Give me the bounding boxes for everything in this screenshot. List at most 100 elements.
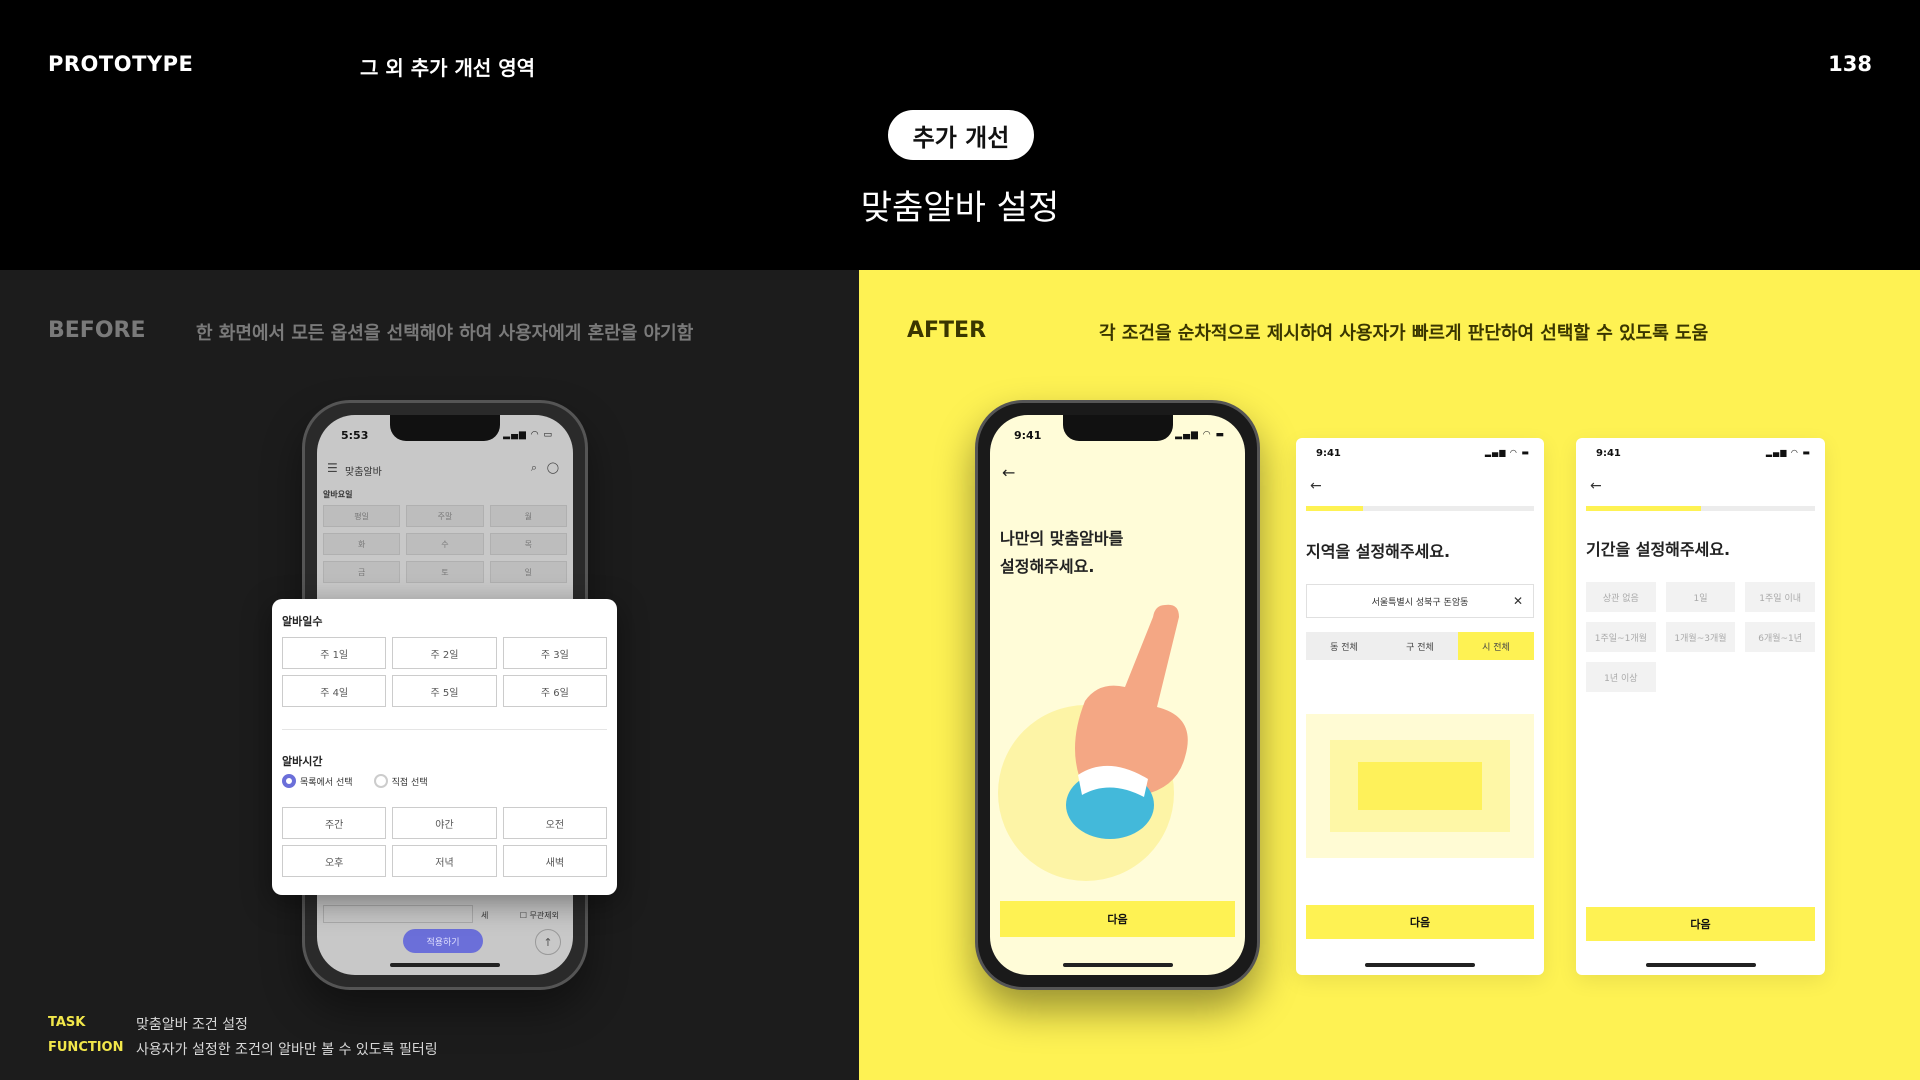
period-options: 상관 없음 1일 1주일 이내 1주일~1개월 1개월~3개월 6개월~1년 1…	[1586, 582, 1815, 692]
home-indicator	[390, 963, 500, 967]
map-area[interactable]	[1306, 714, 1534, 858]
after-description: 각 조건을 순차적으로 제시하여 사용자가 빠르게 판단하여 선택할 수 있도록…	[1099, 323, 1709, 344]
app-title: 맞춤알바	[345, 467, 382, 478]
day-option[interactable]: 평일	[323, 505, 401, 527]
region-value: 서울특별시 성북구 돈암동	[1371, 597, 1469, 608]
day-option[interactable]: 금	[323, 561, 401, 583]
days-count-option[interactable]: 주 2일	[392, 637, 497, 669]
negotiable-label: 무관제외	[529, 911, 559, 920]
region-heading: 지역을 설정해주세요.	[1306, 542, 1451, 561]
period-option[interactable]: 1년 이상	[1586, 662, 1656, 692]
home-indicator	[1645, 963, 1756, 967]
day-option[interactable]: 목	[489, 533, 567, 555]
intro-heading: 나만의 맞춤알바를 설정해주세요.	[1000, 525, 1123, 581]
pointing-hand-icon	[1066, 604, 1188, 839]
back-arrow-icon[interactable]: ←	[1310, 478, 1322, 494]
time-option[interactable]: 주간	[282, 807, 387, 839]
time-option[interactable]: 저녁	[392, 845, 497, 877]
progress-bar	[1586, 506, 1815, 511]
time-option[interactable]: 오전	[502, 807, 607, 839]
period-option[interactable]: 1주일~1개월	[1586, 622, 1656, 652]
time-option[interactable]: 새벽	[502, 845, 607, 877]
home-indicator	[1365, 963, 1475, 967]
radio-unselected-icon	[373, 774, 388, 788]
back-arrow-icon[interactable]: ←	[1002, 463, 1015, 482]
time-option[interactable]: 야간	[392, 807, 497, 839]
radio-direct-label: 직접 선택	[391, 777, 428, 788]
radio-direct[interactable]: 직접 선택	[373, 774, 428, 788]
progress-fill	[1586, 506, 1701, 511]
notch	[390, 415, 500, 441]
header: PROTOTYPE 그 외 추가 개선 영역 138 추가 개선 맞춤알바 설정	[0, 0, 1920, 270]
days-count-option[interactable]: 주 3일	[502, 637, 607, 669]
home-indicator	[1062, 963, 1173, 967]
menu-icon[interactable]: ☰	[327, 461, 338, 475]
days-count-option[interactable]: 주 5일	[392, 675, 497, 707]
segment-dong[interactable]: 동 전체	[1306, 632, 1382, 660]
back-arrow-icon[interactable]: ←	[1590, 478, 1602, 494]
days-section-title: 알바요일	[323, 490, 353, 499]
region-field[interactable]: 서울특별시 성북구 돈암동 ✕	[1306, 584, 1534, 618]
intro-heading-line1: 나만의 맞춤알바를	[1000, 529, 1124, 548]
prototype-label: PROTOTYPE	[48, 52, 194, 76]
time-title: 알바시간	[282, 755, 323, 768]
radio-selected-icon	[282, 774, 296, 788]
region-screen: 9:41 ▂▄▆ ◠ ▬ ← 지역을 설정해주세요. 서울특별시 성북구 돈암동…	[1296, 438, 1544, 975]
days-count-option[interactable]: 주 6일	[502, 675, 607, 707]
intro-heading-line2: 설정해주세요.	[1000, 557, 1095, 576]
radio-list-label: 목록에서 선택	[300, 777, 353, 788]
scroll-top-icon[interactable]: ↑	[535, 929, 561, 955]
next-button[interactable]: 다음	[1306, 905, 1534, 939]
map-region-inner	[1358, 762, 1482, 810]
days-count-option[interactable]: 주 1일	[282, 637, 387, 669]
segment-gu[interactable]: 구 전체	[1382, 632, 1458, 660]
before-options-popup: 알바일수 주 1일 주 2일 주 3일 주 4일 주 5일 주 6일 알바시간 …	[272, 599, 617, 895]
page-title: 맞춤알바 설정	[860, 188, 1060, 228]
segment-si[interactable]: 시 전체	[1458, 632, 1534, 660]
day-row: 금 토 일	[323, 561, 567, 583]
period-option[interactable]: 1일	[1665, 582, 1736, 612]
map-region-outer	[1330, 740, 1510, 832]
next-button[interactable]: 다음	[1000, 901, 1235, 937]
day-option[interactable]: 수	[406, 533, 484, 555]
period-option[interactable]: 1주일 이내	[1745, 582, 1815, 612]
day-row: 평일 주말 월	[323, 505, 567, 527]
apply-button[interactable]: 적용하기	[403, 929, 483, 953]
day-option[interactable]: 일	[489, 561, 567, 583]
intro-screen: 9:41 ▂▄▆ ◠ ▬ ← 나만의 맞춤알바를 설정해주세요. 다음	[990, 415, 1245, 975]
day-option[interactable]: 화	[323, 533, 401, 555]
function-value: 사용자가 설정한 조건의 알바만 볼 수 있도록 필터링	[136, 1042, 438, 1058]
user-icon[interactable]: ◯	[547, 461, 559, 474]
day-option[interactable]: 월	[489, 505, 567, 527]
function-label: FUNCTION	[48, 1040, 124, 1055]
before-description: 한 화면에서 모든 옵션을 선택해야 하여 사용자에게 혼란을 야기함	[196, 323, 694, 344]
period-option[interactable]: 상관 없음	[1586, 582, 1656, 612]
next-button[interactable]: 다음	[1586, 907, 1815, 941]
day-option[interactable]: 토	[406, 561, 484, 583]
days-count-option[interactable]: 주 4일	[282, 675, 387, 707]
clear-icon[interactable]: ✕	[1513, 594, 1523, 608]
negotiable-checkbox[interactable]: ☐ 무관제외	[520, 910, 559, 921]
improvement-pill: 추가 개선	[888, 110, 1034, 160]
day-option[interactable]: 주말	[406, 505, 484, 527]
days-count-title: 알바일수	[282, 615, 323, 628]
search-icon[interactable]: ⌕	[531, 461, 537, 475]
time-grid: 주간 야간 오전 오후 저녁 새벽	[282, 807, 607, 877]
divider	[282, 729, 607, 730]
period-option[interactable]: 1개월~3개월	[1665, 622, 1736, 652]
age-unit: 세	[481, 911, 489, 920]
age-input[interactable]	[323, 905, 473, 923]
status-icons: ▂▄▆ ◠ ▬	[1484, 448, 1530, 457]
region-scope-segments: 동 전체 구 전체 시 전체	[1306, 632, 1534, 660]
period-option[interactable]: 6개월~1년	[1745, 622, 1815, 652]
status-icons: ▂▄▆ ◠ ▭	[503, 430, 553, 440]
after-label: AFTER	[907, 318, 987, 343]
time-option[interactable]: 오후	[282, 845, 387, 877]
status-time: 9:41	[1014, 429, 1042, 442]
radio-list[interactable]: 목록에서 선택	[282, 774, 353, 788]
before-label: BEFORE	[48, 318, 146, 343]
page-number: 138	[1828, 52, 1872, 76]
task-value: 맞춤알바 조건 설정	[136, 1017, 248, 1033]
notch	[1062, 415, 1173, 441]
progress-fill	[1306, 506, 1363, 511]
